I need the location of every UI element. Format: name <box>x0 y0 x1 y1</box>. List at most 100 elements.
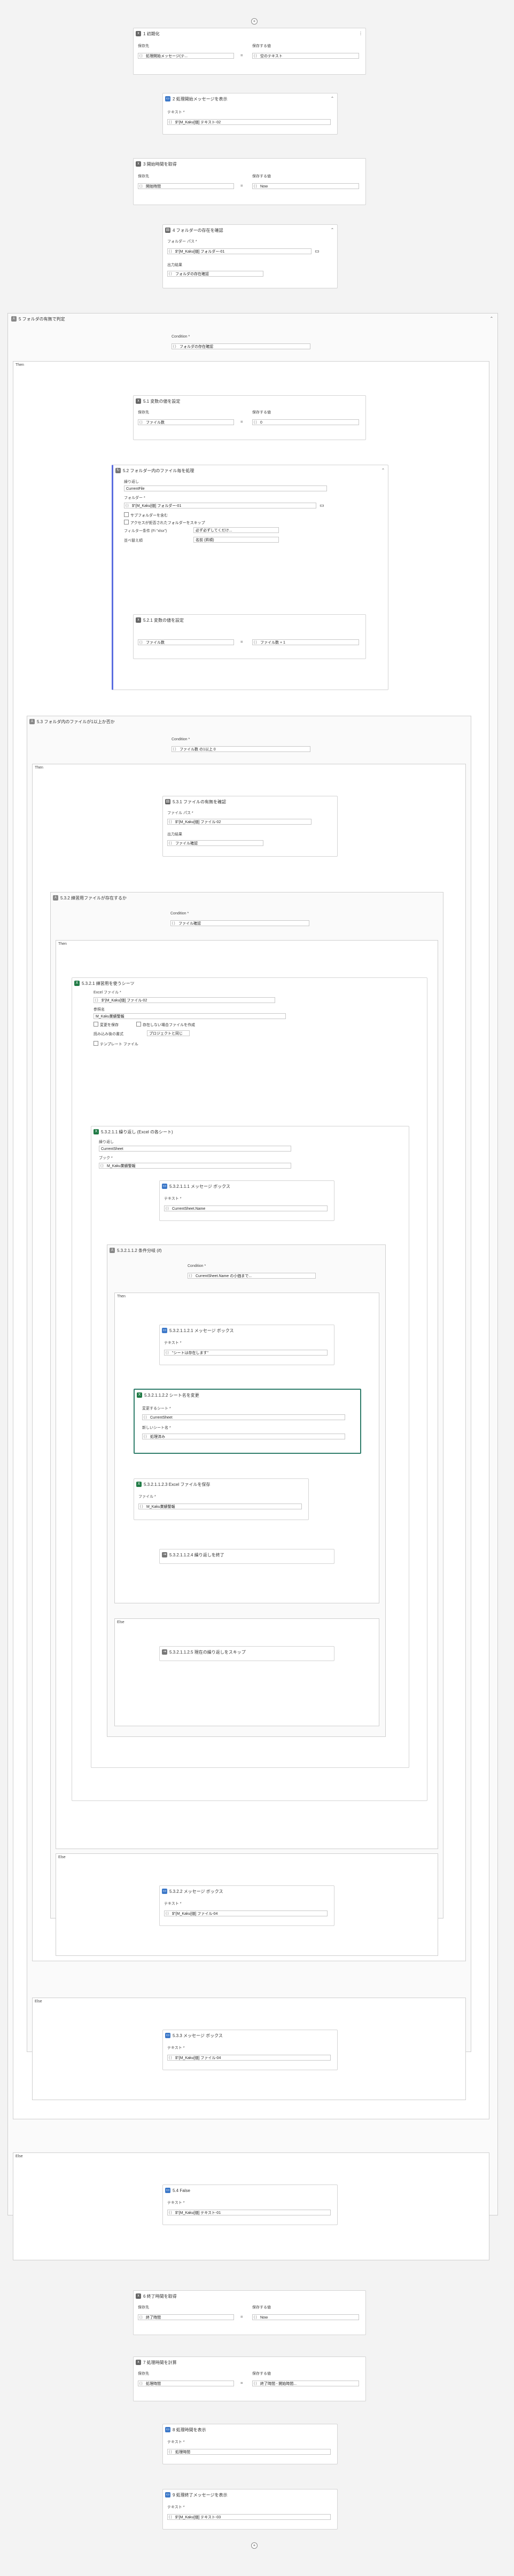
more-icon[interactable]: ⋮ <box>358 31 363 36</box>
step-title: 9 処理終了メッセージを表示 <box>173 2492 228 2497</box>
condition-field[interactable]: フォルダの存在確認 <box>172 343 310 349</box>
equals-sign: = <box>240 639 243 644</box>
folder-icon[interactable]: ▭ <box>320 503 324 508</box>
lhs-field[interactable]: 開始時間 <box>138 183 234 189</box>
rhs-field[interactable]: 空のテキスト <box>252 53 359 59</box>
file-exists-step-5-3-1[interactable]: ▤5.3.1 ファイルの有無を確認 ファイル パス * $"{M_Kaku[値]… <box>162 796 338 857</box>
message-step-2[interactable]: ▭2 処理開始メッセージを表示 ⌃ テキスト * $"{M_Kaku[値] テキス… <box>162 93 338 135</box>
rhs-field[interactable]: Now <box>252 2314 359 2320</box>
assign-step-5-2-1[interactable]: x5.2.1 変数の値を設定 ファイル数 = ファイル数 + 1 <box>133 614 366 659</box>
collapse-icon[interactable]: ⌃ <box>330 96 335 101</box>
assign-step-1[interactable]: x1 初期化 ⋮ 保存先 保存する値 処理開始メッセージ(テ... = 空のテキス… <box>133 28 366 75</box>
text-field[interactable]: 処理時間 <box>167 2449 331 2455</box>
text-field[interactable]: $"{M_Kaku[値] テキスト-03 <box>167 2514 331 2520</box>
continue-step-5-3-2-1-1-2-5[interactable]: ⇥ 5.3.2.1.1.2.5 現在の繰り返しをスキップ <box>159 1646 334 1661</box>
book-field[interactable]: M_Kaku業績警報 <box>99 1163 291 1169</box>
filter-field[interactable]: 必ず必ずしてくだけ... <box>193 527 279 533</box>
rhs-field[interactable]: 終了時間 - 開始時間... <box>252 2381 359 2386</box>
step-title: 1 初期化 <box>143 31 160 36</box>
create-if-missing-checkbox[interactable]: 存在しない場合ファイルを作成 <box>136 1022 195 1028</box>
variable-icon: x <box>136 2360 141 2365</box>
include-subfolders-checkbox[interactable]: サブフォルダーを含む <box>124 512 168 518</box>
lhs-field[interactable]: ファイル数 <box>138 419 234 425</box>
condition-label: Condition * <box>170 912 189 915</box>
folder-label: フォルダー * <box>124 496 145 500</box>
rhs-field[interactable]: Now <box>252 183 359 189</box>
message-step-9[interactable]: ▭9 処理終了メッセージを表示 テキスト * $"{M_Kaku[値] テキスト… <box>162 2489 338 2530</box>
assign-step-5-1[interactable]: x5.1 変数の値を設定 保存先 保存する値 ファイル数 = 0 <box>133 395 366 440</box>
rhs-field[interactable]: ファイル数 + 1 <box>252 639 359 645</box>
text-field[interactable]: $"{M_Kaku[値] ファイル-04 <box>167 2055 331 2061</box>
message-box-icon: ▭ <box>165 2033 170 2038</box>
text-field[interactable]: $"{M_Kaku[値] テキスト-01 <box>167 2210 331 2215</box>
lhs-field[interactable]: 処理時間 <box>138 2381 234 2386</box>
text-field[interactable]: $"{M_Kaku[値] テキスト-02 <box>167 119 331 125</box>
break-step-5-3-2-1-1-2-4[interactable]: ⇥ 5.3.2.1.1.2.4 繰り返しを終了 <box>159 1549 334 1564</box>
assign-step-3[interactable]: x3 開始時間を取得 保存先 保存する値 開始時間 = Now <box>133 158 366 205</box>
step-title: 7 処理時間を計算 <box>143 2360 177 2365</box>
text-label: テキスト * <box>164 1902 182 1906</box>
mode-select[interactable]: プロジェクトと同じ <box>147 1030 190 1036</box>
assign-step-7[interactable]: x7 処理時間を計算 保存先 保存する値 処理時間 = 終了時間 - 開始時間.… <box>133 2356 366 2401</box>
step-title: 5.3.2.1.1.2.5 現在の繰り返しをスキップ <box>169 1649 246 1655</box>
order-select[interactable]: 名前 (昇順) <box>193 537 279 543</box>
message-step-5-4[interactable]: ▭5.4 False テキスト * $"{M_Kaku[値] テキスト-01 <box>162 2184 338 2225</box>
ref-field[interactable]: M_Kaku業績警報 <box>94 1013 286 1019</box>
message-box-icon: ▭ <box>165 2427 170 2432</box>
text-label: テキスト * <box>167 2046 185 2050</box>
iterator-field[interactable]: CurrentFile <box>124 486 327 491</box>
message-step-5-3-2-2[interactable]: ▭5.3.2.2 メッセージ ボックス テキスト * $"{M_Kaku[値] … <box>159 1885 334 1926</box>
iterator-field[interactable]: CurrentSheet <box>99 1146 291 1152</box>
step-title: 8 処理時間を表示 <box>173 2427 206 2432</box>
output-field[interactable]: ファイル確認 <box>167 840 263 846</box>
message-box-icon: ▭ <box>162 1184 167 1189</box>
template-file-checkbox[interactable]: テンプレート ファイル <box>94 1041 138 1047</box>
folder-icon[interactable]: ▭ <box>315 248 320 254</box>
collapse-icon[interactable]: ⌃ <box>380 468 386 473</box>
lhs-field[interactable]: ファイル数 <box>138 639 234 645</box>
folder-exists-step-4[interactable]: ▤4 フォルダーの存在を確認 ⌃ フォルダー パス * $"{M_Kaku[値] … <box>162 224 338 288</box>
file-field[interactable]: $"{M_Kaku[値] ファイル-02 <box>94 997 275 1003</box>
message-box-icon: ▭ <box>162 1889 167 1894</box>
text-field[interactable]: "シートは存在します" <box>164 1350 328 1356</box>
folder-field[interactable]: $"{M_Kaku[値] フォルダー-01 <box>124 503 316 508</box>
file-field[interactable]: M_Kaku業績警報 <box>138 1504 302 1509</box>
path-label: ファイル パス * <box>167 811 193 815</box>
sheet-label: 変更するシート * <box>142 1407 171 1411</box>
else-label: Else <box>58 1855 66 1859</box>
new-name-field[interactable]: 処理済み <box>142 1434 345 1439</box>
sheet-field[interactable]: CurrentSheet <box>142 1414 345 1420</box>
message-box-icon: ▭ <box>162 1328 167 1333</box>
folder-check-icon: ▤ <box>165 228 170 233</box>
save-changes-checkbox[interactable]: 変更を保存 <box>94 1022 119 1028</box>
path-field[interactable]: $"{M_Kaku[値] フォルダー-01 <box>167 248 311 254</box>
text-field[interactable]: CurrentSheet.Name <box>164 1205 328 1211</box>
message-step-5-3-3[interactable]: ▭5.3.3 メッセージ ボックス テキスト * $"{M_Kaku[値] ファ… <box>162 2030 338 2070</box>
skip-denied-checkbox[interactable]: アクセスが拒否されたフォルダーをスキップ <box>124 520 205 526</box>
lhs-field[interactable]: 終了時間 <box>138 2314 234 2320</box>
message-step-5-3-2-1-1-2-1[interactable]: ▭5.3.2.1.1.2.1 メッセージ ボックス テキスト * "シートは存在… <box>159 1325 334 1365</box>
add-activity-button[interactable]: + <box>251 18 258 25</box>
path-field[interactable]: $"{M_Kaku[値] ファイル-02 <box>167 819 311 825</box>
lhs-field[interactable]: 処理開始メッセージ(テ... <box>138 53 234 59</box>
assign-step-6[interactable]: x6 終了時間を取得 保存先 保存する値 終了時間 = Now <box>133 2290 366 2335</box>
message-step-8[interactable]: ▭8 処理時間を表示 テキスト * 処理時間 <box>162 2424 338 2464</box>
condition-field[interactable]: ファイル確認 <box>170 920 309 926</box>
step-title: 5.3.3 メッセージ ボックス <box>173 2033 223 2038</box>
output-field[interactable]: フォルダの存在確認 <box>167 271 263 277</box>
rename-sheet-step-5-3-2-1-1-2-2[interactable]: X5.3.2.1.1.2.2 シート名を変更 変更するシート * Current… <box>134 1389 361 1454</box>
condition-field[interactable]: ファイル数 の1以上 0 <box>172 746 310 752</box>
excel-icon: X <box>136 1482 142 1487</box>
collapse-icon[interactable]: ⌃ <box>489 316 494 322</box>
then-label: Then <box>35 766 43 770</box>
condition-field[interactable]: CurrentSheet.Name の小価まで... <box>188 1273 316 1279</box>
rhs-field[interactable]: 0 <box>252 419 359 425</box>
lhs-label: 保存先 <box>138 2306 149 2309</box>
break-icon: ⇥ <box>162 1552 167 1557</box>
collapse-icon[interactable]: ⌃ <box>330 228 335 233</box>
step-title: 5.3.2.2 メッセージ ボックス <box>169 1889 223 1894</box>
text-field[interactable]: $"{M_Kaku[値] ファイル-04 <box>164 1911 328 1916</box>
message-step-5-3-2-1-1-1[interactable]: ▭5.3.2.1.1.1 メッセージ ボックス テキスト * CurrentSh… <box>159 1180 334 1221</box>
add-activity-button[interactable]: + <box>251 2542 258 2549</box>
save-excel-step-5-3-2-1-1-2-3[interactable]: X5.3.2.1.1.2.3 Excel ファイルを保存 ファイル * M_Ka… <box>134 1478 309 1520</box>
